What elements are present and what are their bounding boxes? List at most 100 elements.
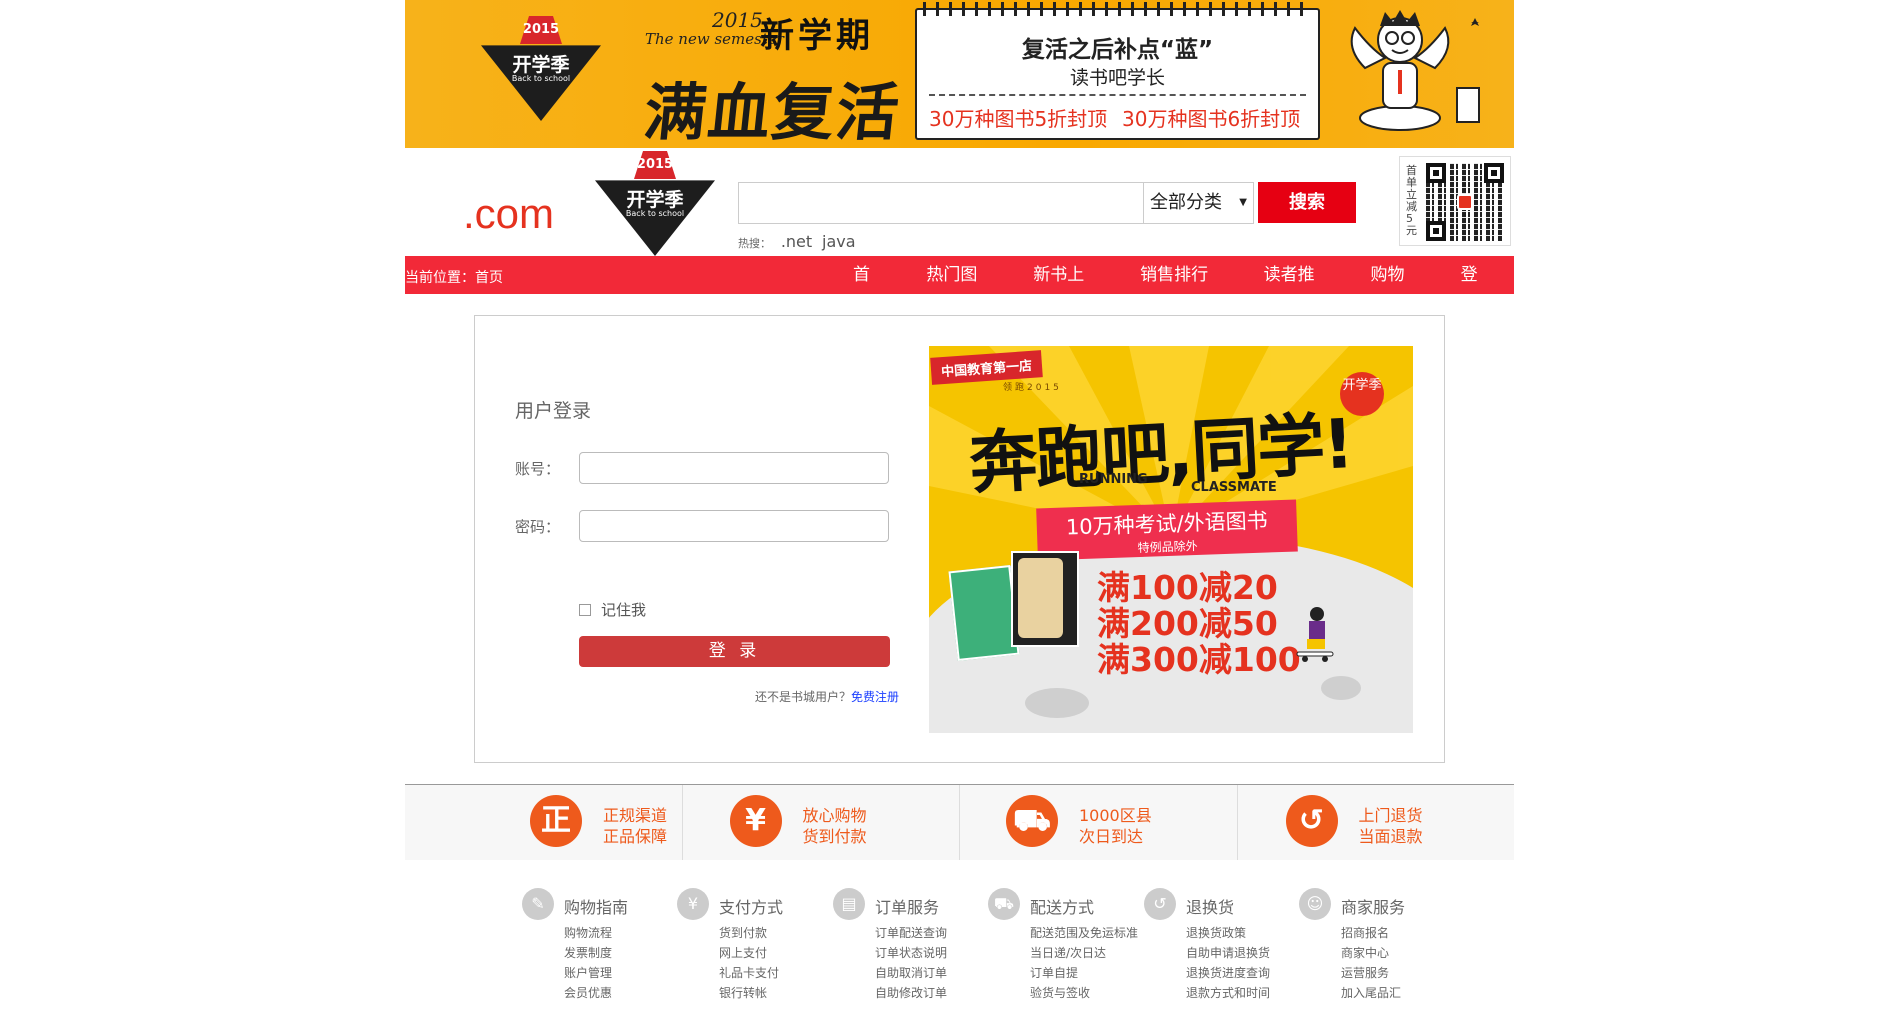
notebook-divider [929, 94, 1306, 96]
footer-column-title: 商家服务 [1341, 898, 1406, 917]
footer-link[interactable]: 招商报名 [1341, 924, 1389, 941]
footer-column-title: 订单服务 [875, 898, 940, 917]
footer-link[interactable]: 商家中心 [1341, 944, 1389, 961]
footer-link[interactable]: 自助修改订单 [875, 984, 947, 1001]
promo-banner-image[interactable]: 中国教育第一店 领跑2015 开学季 奔跑吧,同学! RUNNING CLASS… [929, 346, 1413, 733]
banner-notebook: 复活之后补点“蓝” 读书吧学长 30万种图书5折封顶 30万种图书6折封顶 [915, 2, 1320, 140]
service-guarantees: 正 正规渠道 正品保障 ¥ 放心购物 货到付款 ⛟ 1000区县 次日到达 ↺ … [405, 784, 1514, 860]
book-cover-image [1011, 551, 1079, 647]
password-label: 密码： [515, 518, 561, 536]
guarantee-line-2: 次日到达 [1079, 827, 1144, 846]
footer-column-title: 支付方式 [719, 898, 784, 917]
remember-me-checkbox[interactable] [579, 603, 591, 616]
notebook-promo-1: 30万种图书5折封顶 [929, 107, 1108, 131]
footer-link[interactable]: 网上支付 [719, 944, 767, 961]
category-selected-value: 全部分类 [1150, 192, 1222, 213]
footer-link[interactable]: 货到付款 [719, 924, 767, 941]
badge-subtitle: Back to school [625, 209, 685, 218]
promo-english-2: CLASSMATE [1191, 480, 1277, 495]
login-title: 用户登录 [515, 400, 592, 422]
delivery-truck-icon: ⛟ [1006, 795, 1058, 847]
return-icon: ↺ [1285, 795, 1338, 847]
search-button[interactable]: 搜索 [1258, 182, 1356, 223]
angel-mascot-illustration [1350, 10, 1480, 131]
nav-item-login[interactable]: 登录 [1441, 256, 1514, 323]
footer-link[interactable]: 运营服务 [1341, 964, 1389, 981]
guarantee-item[interactable]: ¥ 放心购物 货到付款 [683, 785, 960, 860]
footer-link[interactable]: 订单状态说明 [875, 944, 947, 961]
footer-link[interactable]: 银行转帐 [719, 984, 767, 1001]
remember-me-label: 记住我 [601, 601, 647, 619]
truck-icon: ⛟ [988, 888, 1020, 920]
footer-link[interactable]: 配送范围及免运标准 [1030, 924, 1138, 941]
yuan-icon: ¥ [729, 795, 782, 847]
footer-link[interactable]: 账户管理 [564, 964, 612, 981]
app-qr-code: 首单立减5元 [1399, 156, 1511, 246]
book-cover-image [948, 565, 1020, 661]
category-select[interactable]: 全部分类 ▼ [1144, 182, 1254, 224]
footer-link[interactable]: 礼品卡支付 [719, 964, 779, 981]
login-button[interactable]: 登 录 [579, 636, 890, 667]
nav-item-cart[interactable]: 购物车 [1350, 256, 1440, 323]
guarantee-item[interactable]: ↺ 上门退货 当面退款 [1238, 785, 1515, 860]
guarantee-item[interactable]: 正 正规渠道 正品保障 [405, 785, 683, 860]
guarantee-item[interactable]: ⛟ 1000区县 次日到达 [960, 785, 1238, 860]
notebook-promo-2: 30万种图书6折封顶 [1122, 107, 1301, 131]
guarantee-line-2: 正品保障 [603, 827, 668, 846]
authentic-icon: 正 [530, 795, 582, 847]
nav-item-bestsellers[interactable]: 销售排行榜 [1120, 256, 1244, 323]
nav-item-new-books[interactable]: 新书上架 [1013, 256, 1120, 323]
footer-link[interactable]: 加入尾品汇 [1341, 984, 1401, 1001]
user-icon: ☺ [1299, 888, 1331, 920]
footer-link[interactable]: 会员优惠 [564, 984, 612, 1001]
yuan-icon: ¥ [677, 888, 709, 920]
top-promo-banner[interactable]: 2015 开学季 Back to school 2015 The new sem… [405, 0, 1514, 148]
footer-link[interactable]: 验货与签收 [1030, 984, 1090, 1001]
return-icon: ↺ [1144, 888, 1176, 920]
footer-link[interactable]: 当日递/次日达 [1030, 944, 1106, 961]
document-icon: ▤ [833, 888, 865, 920]
footer-link[interactable]: 退换货政策 [1186, 924, 1246, 941]
hot-search-link[interactable]: .net [781, 232, 812, 251]
badge-year: 2015 [522, 22, 560, 37]
pen-icon: ✎ [522, 888, 554, 920]
login-panel: 用户登录 账号： 密码： 记住我 登 录 还不是书城用户？免费注册 中国教育第一… [474, 315, 1445, 763]
promo-ribbon-sub: 领跑2015 [1003, 383, 1062, 393]
footer-link[interactable]: 发票制度 [564, 944, 612, 961]
footer-link[interactable]: 购物流程 [564, 924, 612, 941]
remember-me[interactable]: 记住我 [579, 599, 646, 620]
register-link[interactable]: 免费注册 [851, 690, 899, 704]
password-input[interactable] [579, 510, 889, 542]
notebook-rings [923, 2, 1313, 16]
qr-caption: 首单立减5元 [1406, 164, 1417, 237]
footer-link[interactable]: 自助取消订单 [875, 964, 947, 981]
footer-link[interactable]: 退换货进度查询 [1186, 964, 1270, 981]
notebook-subtitle: 读书吧学长 [1069, 67, 1165, 89]
promo-deal: 满300减100 [1097, 640, 1301, 679]
nav-item-reader-picks[interactable]: 读者推荐 [1244, 256, 1351, 323]
register-prompt: 还不是书城用户？免费注册 [755, 688, 899, 705]
register-prompt-text: 还不是书城用户？ [755, 690, 852, 704]
hot-search-link[interactable]: java [822, 232, 856, 251]
footer-link[interactable]: 订单自提 [1030, 964, 1078, 981]
nav-item-hot-books[interactable]: 热门图书 [906, 256, 1013, 323]
dropdown-arrow-icon: ▼ [1239, 197, 1247, 208]
semester-year: 2015 [712, 8, 763, 32]
promo-headline: 奔跑吧,同学! [967, 405, 1355, 504]
main-nav-bar: 当前位置：首页 首页 热门图书 新书上架 销售排行榜 读者推荐 购物车 登录 [405, 256, 1514, 323]
footer-help-links: ✎ 购物指南 购物流程 发票制度 账户管理 会员优惠 ¥ 支付方式 货到付款 网… [405, 878, 1514, 1011]
search-input[interactable] [738, 182, 1144, 224]
hot-searches-label: 热搜： [738, 237, 771, 250]
promo-english-1: RUNNING [1079, 472, 1148, 487]
footer-link[interactable]: 自助申请退换货 [1186, 944, 1270, 961]
hot-searches: 热搜： .net java [738, 232, 856, 251]
nav-item-home[interactable]: 首页 [833, 256, 906, 323]
account-input[interactable] [579, 452, 889, 484]
semester-chinese: 新学期 [760, 16, 874, 56]
footer-column-title: 配送方式 [1030, 898, 1095, 917]
footer-link[interactable]: 订单配送查询 [875, 924, 947, 941]
footer-link[interactable]: 退款方式和时间 [1186, 984, 1270, 1001]
nav-menu: 首页 热门图书 新书上架 销售排行榜 读者推荐 购物车 登录 [833, 256, 1514, 323]
qr-code-icon [1426, 163, 1504, 241]
site-logo[interactable]: .com [463, 190, 554, 238]
